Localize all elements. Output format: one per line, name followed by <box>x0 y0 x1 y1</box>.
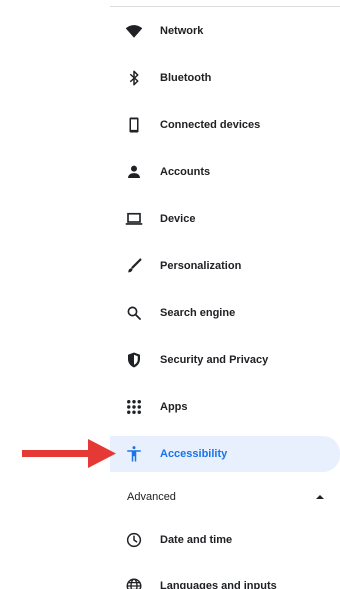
sidebar-item-device[interactable]: Device <box>110 195 340 242</box>
sidebar-item-languages-and-inputs[interactable]: Languages and inputs <box>110 563 340 589</box>
sidebar-item-label: Accounts <box>160 165 211 178</box>
wifi-icon <box>124 21 144 41</box>
annotation-arrow <box>22 439 116 468</box>
sidebar-item-label: Apps <box>160 400 188 413</box>
person-icon <box>124 162 144 182</box>
bluetooth-icon <box>124 68 144 88</box>
sidebar-item-label: Network <box>160 24 204 37</box>
advanced-section-toggle[interactable]: Advanced <box>110 477 340 517</box>
apps-grid-icon <box>124 397 144 417</box>
shield-icon <box>124 350 144 370</box>
sidebar-item-label: Bluetooth <box>160 71 212 84</box>
sidebar-item-accounts[interactable]: Accounts <box>110 148 340 195</box>
sidebar-item-label: Security and Privacy <box>160 353 269 366</box>
sidebar-item-date-and-time[interactable]: Date and time <box>110 517 340 563</box>
settings-page: Network Bluetooth Connected devices Acco… <box>0 0 340 589</box>
sidebar-item-accessibility[interactable]: Accessibility <box>110 436 340 472</box>
globe-icon <box>124 576 144 589</box>
sidebar-item-label: Date and time <box>160 534 233 546</box>
search-icon <box>124 303 144 323</box>
sidebar-item-label: Accessibility <box>160 448 228 460</box>
advanced-section: Date and time Languages and inputs <box>110 517 340 589</box>
settings-sidebar-nav: Network Bluetooth Connected devices Acco… <box>110 7 340 589</box>
sidebar-item-network[interactable]: Network <box>110 7 340 54</box>
sidebar-item-label: Languages and inputs <box>160 580 277 589</box>
sidebar-item-search-engine[interactable]: Search engine <box>110 289 340 336</box>
sidebar-item-connected-devices[interactable]: Connected devices <box>110 101 340 148</box>
sidebar-item-label: Connected devices <box>160 118 261 131</box>
brush-icon <box>124 256 144 276</box>
sidebar-item-personalization[interactable]: Personalization <box>110 242 340 289</box>
sidebar-item-label: Device <box>160 212 196 225</box>
phone-icon <box>124 115 144 135</box>
sidebar-item-apps[interactable]: Apps <box>110 383 340 430</box>
clock-icon <box>124 530 144 550</box>
sidebar-item-label: Search engine <box>160 306 236 319</box>
laptop-icon <box>124 209 144 229</box>
accessibility-icon <box>124 444 144 464</box>
sidebar-item-label: Personalization <box>160 259 242 272</box>
caret-up-icon <box>316 495 324 499</box>
advanced-section-label: Advanced <box>127 491 176 503</box>
sidebar-item-bluetooth[interactable]: Bluetooth <box>110 54 340 101</box>
sidebar-item-security-and-privacy[interactable]: Security and Privacy <box>110 336 340 383</box>
